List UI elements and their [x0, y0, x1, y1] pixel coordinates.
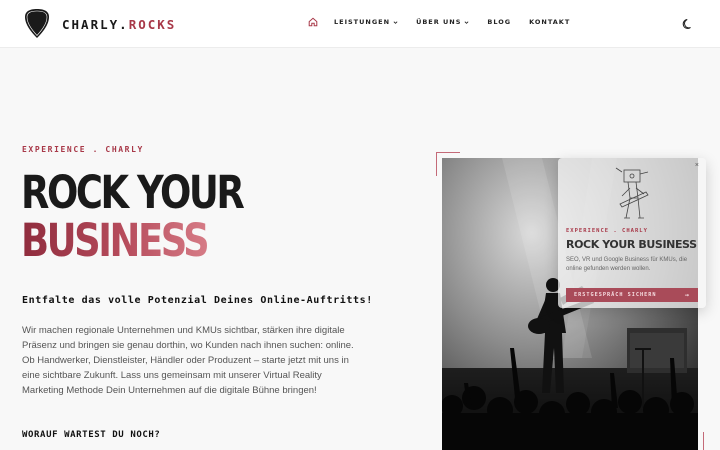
guitar-pick-logo-icon[interactable] — [24, 8, 50, 39]
popup-cta-button[interactable]: ERSTGESPRÄCH SICHERN → — [566, 288, 698, 302]
close-icon[interactable]: × — [695, 162, 699, 169]
main-nav: LEISTUNGEN ÜBER UNS BLOG KONTAKT — [308, 17, 588, 27]
site-header: CHARLY.ROCKS LEISTUNGEN ÜBER UNS BLOG KO… — [0, 0, 720, 48]
popup-cta-label: ERSTGESPRÄCH SICHERN — [574, 292, 657, 298]
nav-blog-label: BLOG — [487, 18, 512, 26]
home-icon — [308, 17, 318, 27]
nav-kontakt[interactable]: KONTAKT — [529, 18, 570, 26]
nav-ueber-uns[interactable]: ÜBER UNS — [416, 18, 469, 26]
nav-leistungen-label: LEISTUNGEN — [334, 18, 391, 26]
brand-name-part2: ROCKS — [128, 17, 177, 32]
popup-title: ROCK YOUR BUSINESS — [566, 238, 697, 251]
popup-kicker: EXPERIENCE . CHARLY — [566, 228, 648, 234]
nav-home[interactable] — [308, 17, 318, 27]
chevron-down-icon — [393, 20, 398, 24]
popup-description: SEO, VR und Google Business für KMUs, di… — [566, 257, 688, 272]
nav-leistungen[interactable]: LEISTUNGEN — [334, 18, 398, 26]
hero-subheadline: Entfalte das volle Potenzial Deines Onli… — [22, 295, 373, 306]
arrow-right-icon: → — [684, 291, 690, 299]
hero-headline-line1: ROCK YOUR — [21, 166, 245, 219]
moon-icon[interactable] — [682, 18, 694, 30]
robot-guitarist-illustration-icon — [615, 167, 649, 219]
chevron-down-icon — [464, 20, 469, 24]
cta-question: WORAUF WARTEST DU NOCH? — [22, 430, 161, 440]
brand-name[interactable]: CHARLY.ROCKS — [62, 17, 176, 32]
brand-name-part1: CHARLY. — [62, 17, 129, 32]
nav-ueber-uns-label: ÜBER UNS — [416, 18, 462, 26]
nav-kontakt-label: KONTAKT — [529, 18, 571, 26]
hero-kicker: EXPERIENCE . CHARLY — [22, 145, 144, 154]
hero-headline-line2: BUSINESS — [21, 214, 210, 267]
promo-popup: × EXPERIENCE . CHARLY ROCK YOUR BUSINESS… — [558, 158, 706, 308]
nav-blog[interactable]: BLOG — [487, 18, 511, 26]
hero-intro-text: Wir machen regionale Unternehmen und KMU… — [22, 325, 354, 396]
